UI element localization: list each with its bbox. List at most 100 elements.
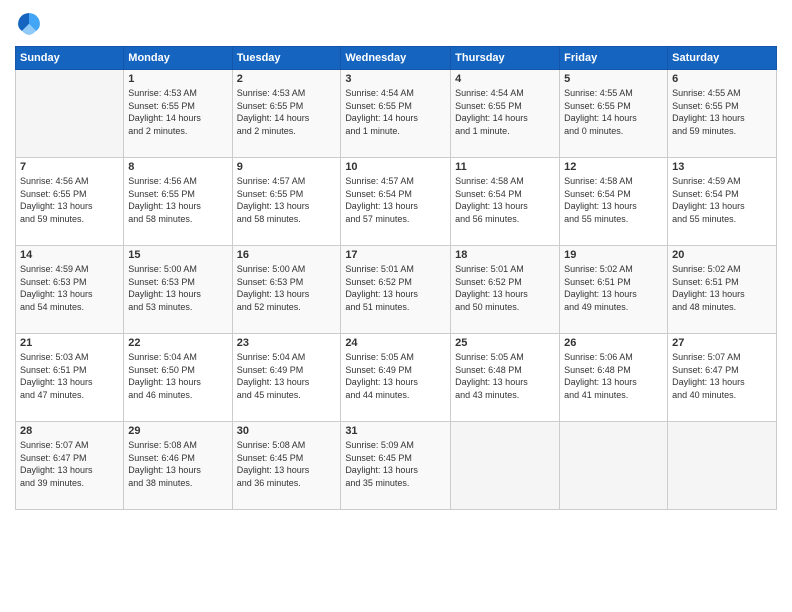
- week-row-5: 28 Sunrise: 5:07 AM Sunset: 6:47 PM Dayli…: [16, 422, 777, 510]
- logo-icon: [15, 10, 43, 38]
- calendar-cell: 14 Sunrise: 4:59 AM Sunset: 6:53 PM Dayli…: [16, 246, 124, 334]
- day-info: Sunrise: 5:05 AM Sunset: 6:48 PM Dayligh…: [455, 351, 555, 401]
- weekday-header-tuesday: Tuesday: [232, 47, 341, 70]
- day-number: 30: [237, 425, 337, 437]
- day-number: 13: [672, 161, 772, 173]
- calendar-cell: 6 Sunrise: 4:55 AM Sunset: 6:55 PM Daylig…: [668, 70, 777, 158]
- week-row-2: 7 Sunrise: 4:56 AM Sunset: 6:55 PM Daylig…: [16, 158, 777, 246]
- day-info: Sunrise: 4:55 AM Sunset: 6:55 PM Dayligh…: [564, 87, 663, 137]
- day-number: 31: [345, 425, 446, 437]
- week-row-3: 14 Sunrise: 4:59 AM Sunset: 6:53 PM Dayli…: [16, 246, 777, 334]
- calendar-cell: 4 Sunrise: 4:54 AM Sunset: 6:55 PM Daylig…: [451, 70, 560, 158]
- page-container: SundayMondayTuesdayWednesdayThursdayFrid…: [0, 0, 792, 612]
- day-info: Sunrise: 5:02 AM Sunset: 6:51 PM Dayligh…: [564, 263, 663, 313]
- day-number: 7: [20, 161, 119, 173]
- calendar-table: SundayMondayTuesdayWednesdayThursdayFrid…: [15, 46, 777, 510]
- calendar-cell: 5 Sunrise: 4:55 AM Sunset: 6:55 PM Daylig…: [560, 70, 668, 158]
- day-info: Sunrise: 4:58 AM Sunset: 6:54 PM Dayligh…: [455, 175, 555, 225]
- calendar-cell: [668, 422, 777, 510]
- calendar-cell: 27Sunrise: 5:07 AM Sunset: 6:47 PM Dayli…: [668, 334, 777, 422]
- day-number: 26: [564, 337, 663, 349]
- day-number: 17: [345, 249, 446, 261]
- day-info: Sunrise: 4:56 AM Sunset: 6:55 PM Dayligh…: [20, 175, 119, 225]
- day-number: 14: [20, 249, 119, 261]
- weekday-header-saturday: Saturday: [668, 47, 777, 70]
- day-info: Sunrise: 4:59 AM Sunset: 6:54 PM Dayligh…: [672, 175, 772, 225]
- calendar-cell: 23Sunrise: 5:04 AM Sunset: 6:49 PM Dayli…: [232, 334, 341, 422]
- calendar-cell: 15Sunrise: 5:00 AM Sunset: 6:53 PM Dayli…: [124, 246, 232, 334]
- day-info: Sunrise: 4:53 AM Sunset: 6:55 PM Dayligh…: [237, 87, 337, 137]
- day-number: 16: [237, 249, 337, 261]
- day-number: 5: [564, 73, 663, 85]
- calendar-cell: 29Sunrise: 5:08 AM Sunset: 6:46 PM Dayli…: [124, 422, 232, 510]
- day-number: 4: [455, 73, 555, 85]
- calendar-cell: 16 Sunrise: 5:00 AM Sunset: 6:53 PM Dayli…: [232, 246, 341, 334]
- day-number: 3: [345, 73, 446, 85]
- day-number: 25: [455, 337, 555, 349]
- day-number: 10: [345, 161, 446, 173]
- day-number: 6: [672, 73, 772, 85]
- weekday-row: SundayMondayTuesdayWednesdayThursdayFrid…: [16, 47, 777, 70]
- calendar-cell: 11 Sunrise: 4:58 AM Sunset: 6:54 PM Dayli…: [451, 158, 560, 246]
- day-info: Sunrise: 5:05 AM Sunset: 6:49 PM Dayligh…: [345, 351, 446, 401]
- day-info: Sunrise: 5:04 AM Sunset: 6:49 PM Dayligh…: [237, 351, 337, 401]
- calendar-cell: 28 Sunrise: 5:07 AM Sunset: 6:47 PM Dayli…: [16, 422, 124, 510]
- day-info: Sunrise: 5:04 AM Sunset: 6:50 PM Dayligh…: [128, 351, 227, 401]
- calendar-cell: 31 Sunrise: 5:09 AM Sunset: 6:45 PM Dayli…: [341, 422, 451, 510]
- day-info: Sunrise: 4:57 AM Sunset: 6:54 PM Dayligh…: [345, 175, 446, 225]
- day-info: Sunrise: 5:08 AM Sunset: 6:45 PM Dayligh…: [237, 439, 337, 489]
- day-info: Sunrise: 4:55 AM Sunset: 6:55 PM Dayligh…: [672, 87, 772, 137]
- week-row-1: 1 Sunrise: 4:53 AM Sunset: 6:55 PM Daylig…: [16, 70, 777, 158]
- calendar-cell: 22 Sunrise: 5:04 AM Sunset: 6:50 PM Dayli…: [124, 334, 232, 422]
- calendar-cell: 26 Sunrise: 5:06 AM Sunset: 6:48 PM Dayli…: [560, 334, 668, 422]
- day-number: 24: [345, 337, 446, 349]
- calendar-cell: 12Sunrise: 4:58 AM Sunset: 6:54 PM Dayli…: [560, 158, 668, 246]
- day-info: Sunrise: 5:00 AM Sunset: 6:53 PM Dayligh…: [128, 263, 227, 313]
- calendar-cell: 1 Sunrise: 4:53 AM Sunset: 6:55 PM Daylig…: [124, 70, 232, 158]
- day-info: Sunrise: 5:09 AM Sunset: 6:45 PM Dayligh…: [345, 439, 446, 489]
- week-row-4: 21 Sunrise: 5:03 AM Sunset: 6:51 PM Dayli…: [16, 334, 777, 422]
- calendar-cell: 30 Sunrise: 5:08 AM Sunset: 6:45 PM Dayli…: [232, 422, 341, 510]
- weekday-header-thursday: Thursday: [451, 47, 560, 70]
- weekday-header-wednesday: Wednesday: [341, 47, 451, 70]
- day-number: 29: [128, 425, 227, 437]
- day-info: Sunrise: 5:03 AM Sunset: 6:51 PM Dayligh…: [20, 351, 119, 401]
- day-info: Sunrise: 5:07 AM Sunset: 6:47 PM Dayligh…: [20, 439, 119, 489]
- day-number: 8: [128, 161, 227, 173]
- day-info: Sunrise: 5:01 AM Sunset: 6:52 PM Dayligh…: [455, 263, 555, 313]
- day-number: 18: [455, 249, 555, 261]
- day-info: Sunrise: 5:06 AM Sunset: 6:48 PM Dayligh…: [564, 351, 663, 401]
- day-info: Sunrise: 5:02 AM Sunset: 6:51 PM Dayligh…: [672, 263, 772, 313]
- calendar-cell: 10 Sunrise: 4:57 AM Sunset: 6:54 PM Dayli…: [341, 158, 451, 246]
- day-info: Sunrise: 4:56 AM Sunset: 6:55 PM Dayligh…: [128, 175, 227, 225]
- day-info: Sunrise: 5:00 AM Sunset: 6:53 PM Dayligh…: [237, 263, 337, 313]
- day-number: 22: [128, 337, 227, 349]
- day-info: Sunrise: 5:01 AM Sunset: 6:52 PM Dayligh…: [345, 263, 446, 313]
- day-number: 1: [128, 73, 227, 85]
- calendar-cell: 8 Sunrise: 4:56 AM Sunset: 6:55 PM Daylig…: [124, 158, 232, 246]
- calendar-cell: [16, 70, 124, 158]
- header: [15, 10, 777, 38]
- day-info: Sunrise: 4:57 AM Sunset: 6:55 PM Dayligh…: [237, 175, 337, 225]
- day-number: 9: [237, 161, 337, 173]
- day-info: Sunrise: 4:54 AM Sunset: 6:55 PM Dayligh…: [455, 87, 555, 137]
- calendar-cell: 21 Sunrise: 5:03 AM Sunset: 6:51 PM Dayli…: [16, 334, 124, 422]
- day-info: Sunrise: 4:59 AM Sunset: 6:53 PM Dayligh…: [20, 263, 119, 313]
- calendar-cell: 19 Sunrise: 5:02 AM Sunset: 6:51 PM Dayli…: [560, 246, 668, 334]
- calendar-cell: [451, 422, 560, 510]
- calendar-header: SundayMondayTuesdayWednesdayThursdayFrid…: [16, 47, 777, 70]
- calendar-cell: [560, 422, 668, 510]
- day-number: 21: [20, 337, 119, 349]
- calendar-cell: 18 Sunrise: 5:01 AM Sunset: 6:52 PM Dayli…: [451, 246, 560, 334]
- day-number: 11: [455, 161, 555, 173]
- day-info: Sunrise: 4:53 AM Sunset: 6:55 PM Dayligh…: [128, 87, 227, 137]
- logo: [15, 10, 47, 38]
- weekday-header-sunday: Sunday: [16, 47, 124, 70]
- calendar-cell: 24 Sunrise: 5:05 AM Sunset: 6:49 PM Dayli…: [341, 334, 451, 422]
- calendar-cell: 13 Sunrise: 4:59 AM Sunset: 6:54 PM Dayli…: [668, 158, 777, 246]
- calendar-cell: 3Sunrise: 4:54 AM Sunset: 6:55 PM Daylig…: [341, 70, 451, 158]
- day-number: 2: [237, 73, 337, 85]
- day-number: 28: [20, 425, 119, 437]
- day-number: 19: [564, 249, 663, 261]
- day-info: Sunrise: 4:58 AM Sunset: 6:54 PM Dayligh…: [564, 175, 663, 225]
